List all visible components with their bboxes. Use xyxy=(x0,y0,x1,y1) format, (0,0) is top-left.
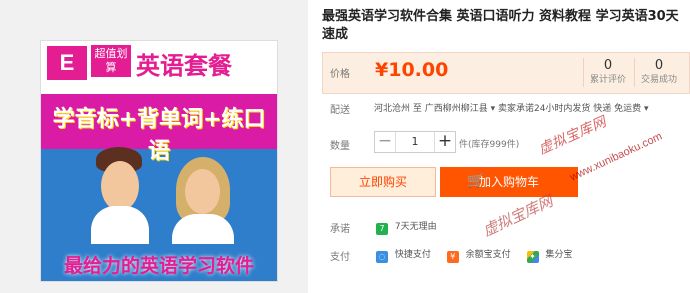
transaction-count: 0 xyxy=(654,58,664,73)
product-image-headline: 英语套餐 xyxy=(136,53,232,80)
promise-text: 7天无理由 xyxy=(394,222,437,232)
review-count-label: 累计评价 xyxy=(589,75,626,85)
watermark-main: 虚拟宝库网 xyxy=(536,114,610,158)
product-image-bottom-text: 最给力的英语学习软件 xyxy=(63,255,254,277)
quantity-stepper[interactable]: − 1 + xyxy=(374,131,456,153)
quick-pay-label: 快捷支付 xyxy=(394,250,431,260)
stock-text: 件(库存999件) xyxy=(459,140,520,150)
person-shirt-left xyxy=(91,206,149,244)
add-to-cart-button[interactable]: 🛒 加入购物车 xyxy=(440,167,578,197)
delivery-info[interactable]: 河北沧州 至 广西柳州柳江县 ▾ 卖家承诺24小时内发货 快递 免运费 ▾ xyxy=(374,101,686,114)
yuebao-pay-label: 余额宝支付 xyxy=(465,250,511,260)
seven-day-return-icon: 7 xyxy=(376,223,388,235)
cart-icon: 🛒 xyxy=(467,173,485,189)
yuebao-pay-icon: ¥ xyxy=(446,251,459,263)
image-gallery-panel: E 超值划算 英语套餐 学音标+背单词+练口语 最给力的英语学习软件 xyxy=(0,0,308,293)
quantity-label: 数量 xyxy=(330,141,350,152)
quantity-increase-button[interactable]: + xyxy=(434,132,455,152)
transaction-count-block[interactable]: 0 交易成功 xyxy=(634,58,683,87)
person-face-left xyxy=(101,161,139,211)
buy-now-button[interactable]: 立即购买 xyxy=(330,167,436,197)
payment-methods: ◌ 快捷支付 ¥ 余额宝支付 ✦ 集分宝 xyxy=(376,247,572,263)
jifenbao-label: 集分宝 xyxy=(545,250,573,260)
price-label: 价格 xyxy=(330,69,350,80)
review-count: 0 xyxy=(603,58,613,73)
transaction-count-label: 交易成功 xyxy=(640,75,677,85)
quick-pay-icon: ◌ xyxy=(376,251,388,263)
quantity-decrease-button[interactable]: − xyxy=(375,132,396,152)
jifenbao-icon: ✦ xyxy=(526,251,539,263)
delivery-label: 配送 xyxy=(330,105,350,116)
payment-label: 支付 xyxy=(330,252,350,263)
product-image-badge: E xyxy=(47,46,87,80)
product-image-badge-text: 超值划算 xyxy=(91,45,131,77)
product-title: 最强英语学习软件合集 英语口语听力 资料教程 学习英语30天速成 xyxy=(322,9,679,42)
promise-value: 7 7天无理由 xyxy=(376,219,437,235)
person-shirt-right xyxy=(172,214,234,244)
add-to-cart-label: 加入购物车 xyxy=(478,175,539,189)
person-face-right xyxy=(185,169,220,214)
price-panel: 价格 ¥10.00 0 累计评价 0 交易成功 xyxy=(322,52,690,94)
product-main-image[interactable]: E 超值划算 英语套餐 学音标+背单词+练口语 最给力的英语学习软件 xyxy=(40,40,278,282)
watermark-chinese: 虚拟宝库网 xyxy=(479,191,556,240)
promise-label: 承诺 xyxy=(330,224,350,235)
review-count-block[interactable]: 0 累计评价 xyxy=(583,58,632,87)
product-image-people xyxy=(59,145,257,244)
price-value: ¥10.00 xyxy=(375,59,449,81)
quantity-input[interactable]: 1 xyxy=(396,132,434,152)
